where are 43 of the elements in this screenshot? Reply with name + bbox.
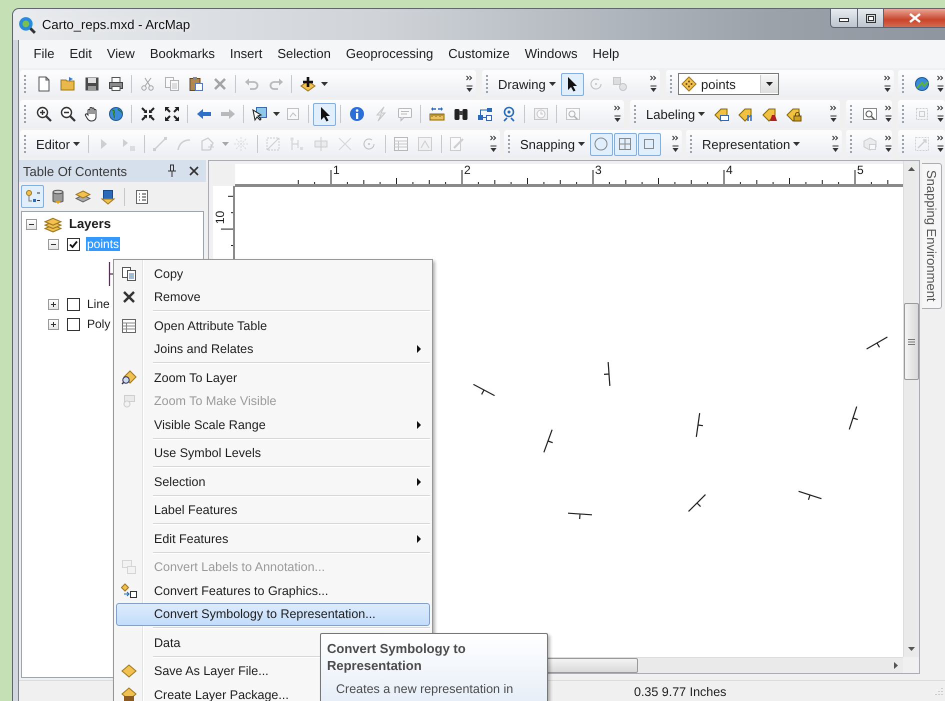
toolbar-menu[interactable]: Drawing bbox=[494, 72, 560, 96]
toolbar-menu[interactable]: Snapping bbox=[516, 132, 589, 156]
menu-item[interactable]: Open Attribute Table bbox=[116, 314, 430, 338]
menu-item[interactable]: Zoom To Layer bbox=[116, 366, 430, 390]
ruler-number: 5 bbox=[857, 164, 864, 177]
menu-bar-item[interactable]: File bbox=[26, 44, 62, 64]
layer-name[interactable]: Line bbox=[86, 297, 111, 311]
menu-bar-item[interactable]: Bookmarks bbox=[142, 44, 222, 64]
menu-bar-item[interactable]: Customize bbox=[440, 44, 518, 64]
data-frame-name[interactable]: Layers bbox=[68, 217, 112, 231]
toolbar-menu[interactable]: Editor bbox=[32, 132, 84, 156]
panel-title: Table Of Contents bbox=[23, 164, 128, 178]
menu-item[interactable]: Edit Features bbox=[116, 527, 430, 550]
window-title: Carto_reps.mxd - ArcMap bbox=[42, 17, 190, 32]
ruler-number: 4 bbox=[726, 164, 733, 177]
ruler-number: 3 bbox=[595, 164, 602, 177]
menu-bar-item[interactable]: Selection bbox=[270, 44, 338, 64]
menu-item[interactable]: Remove bbox=[116, 286, 430, 309]
coordinates-text: 0.35 9.77 Inches bbox=[634, 684, 726, 698]
layer-dropdown[interactable]: points bbox=[678, 73, 779, 95]
menu-bar-item[interactable]: Insert bbox=[222, 44, 270, 64]
menu-bar-item[interactable]: Windows bbox=[517, 44, 585, 64]
tooltip-text: Creates a new representation in bbox=[335, 682, 514, 697]
menu-item[interactable]: Convert Symbology to Representation... bbox=[116, 602, 430, 626]
menu-bar-item[interactable]: Help bbox=[584, 44, 627, 64]
ruler-number: 1 bbox=[333, 164, 340, 177]
menu-bar-item[interactable]: Geoprocessing bbox=[338, 44, 441, 64]
menu-item[interactable]: Use Symbol Levels bbox=[116, 442, 430, 465]
menu-item[interactable]: Selection bbox=[116, 470, 430, 494]
toolbar-menu[interactable]: Representation bbox=[698, 132, 804, 156]
menu-item[interactable]: Copy bbox=[116, 262, 430, 286]
layer-name[interactable]: Poly bbox=[86, 317, 112, 331]
menu-bar-item[interactable]: Edit bbox=[62, 44, 100, 64]
ruler-number: 10 bbox=[214, 210, 228, 224]
toolbar-menu[interactable]: Labeling bbox=[642, 102, 710, 126]
dock-tab[interactable]: Snapping Environment bbox=[922, 163, 942, 309]
menu-item[interactable]: Joins and Relates bbox=[116, 338, 430, 361]
menu-item[interactable]: Convert Features to Graphics... bbox=[116, 579, 430, 602]
ruler-number: 2 bbox=[464, 164, 471, 177]
menu-item[interactable]: Label Features bbox=[116, 498, 430, 522]
menu-item[interactable]: Visible Scale Range bbox=[116, 413, 430, 436]
tooltip-title: Convert Symbology to Representation bbox=[327, 640, 467, 674]
menu-bar-item[interactable]: View bbox=[99, 44, 142, 64]
